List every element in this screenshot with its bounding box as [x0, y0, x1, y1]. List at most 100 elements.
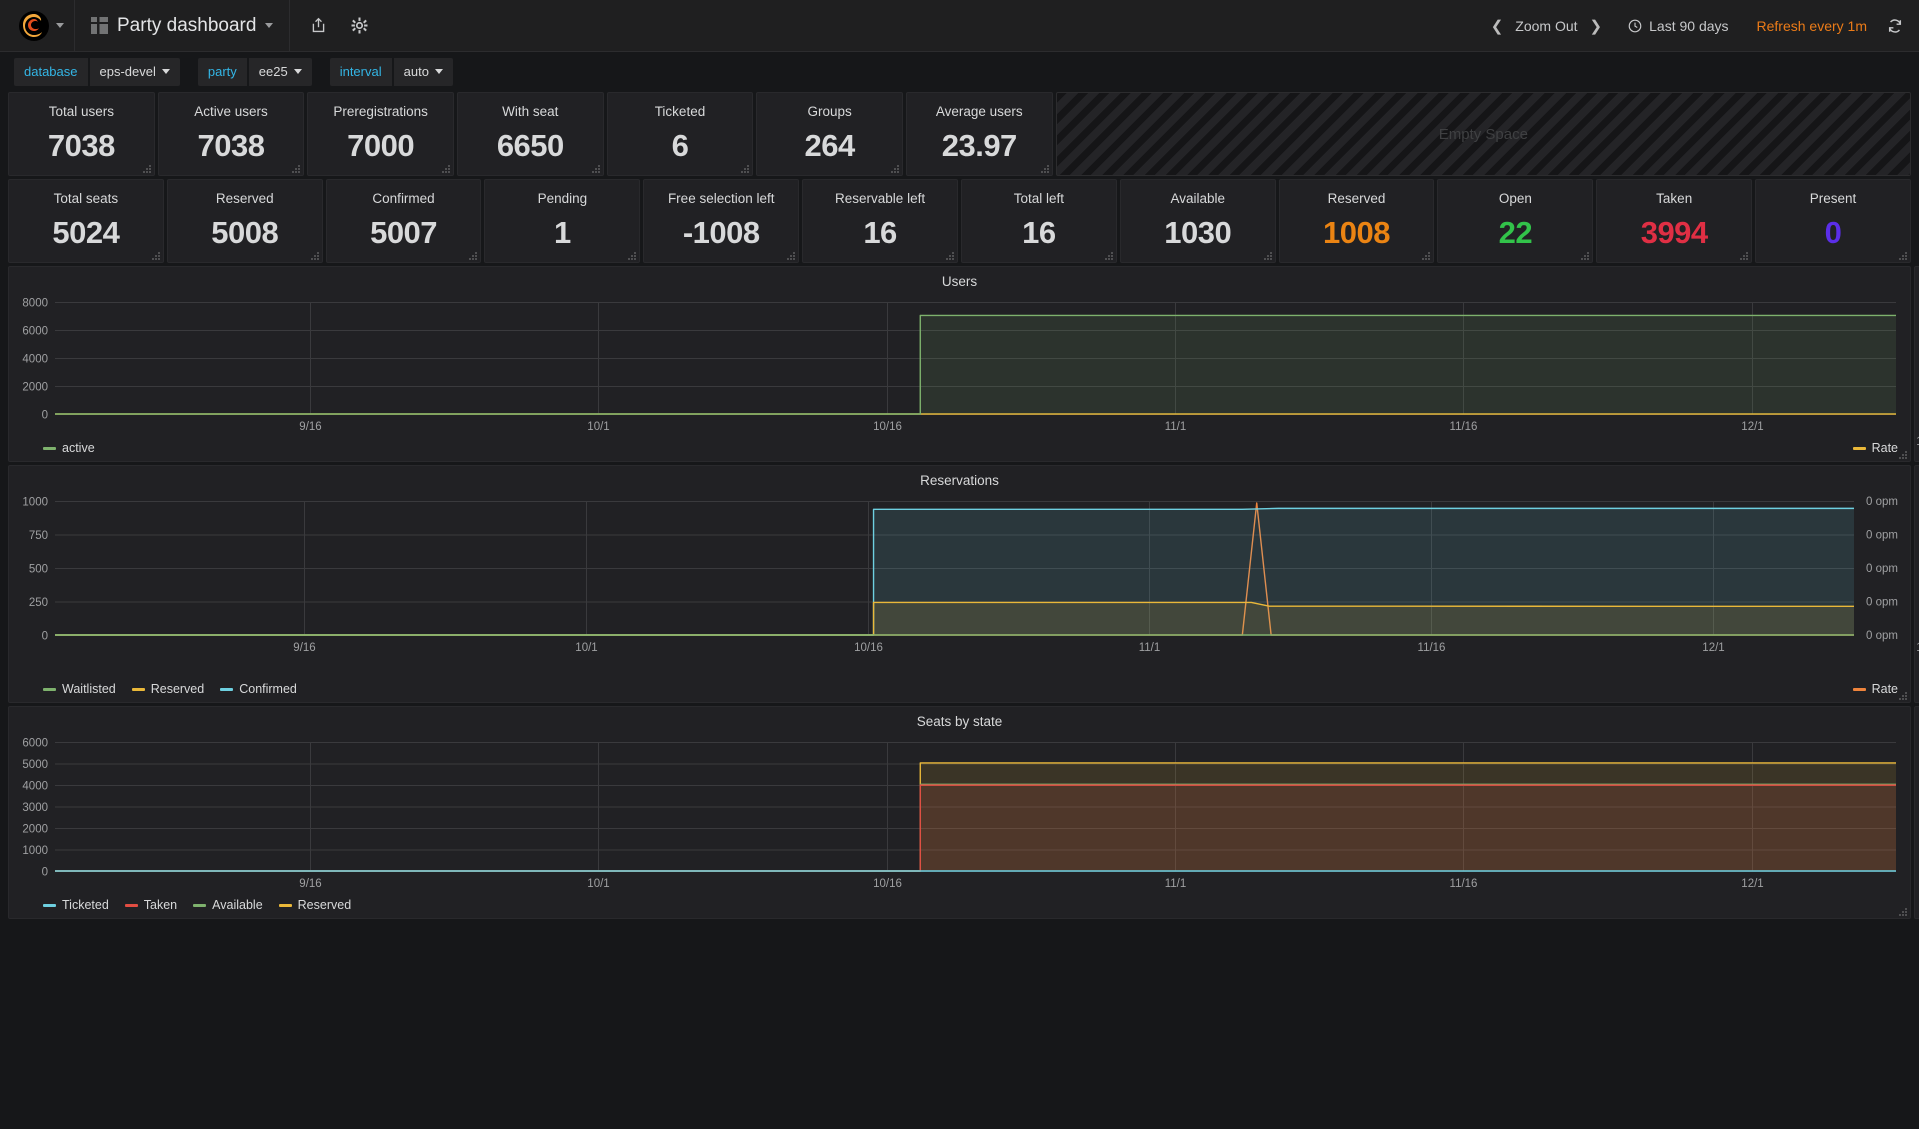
- legend-item-rate[interactable]: Rate: [1852, 682, 1898, 696]
- graph-panel-reservation-seats[interactable]: Reservation seats020004000600080000 opm0…: [1914, 465, 1919, 703]
- panel-resize-handle[interactable]: [1898, 907, 1907, 916]
- panel-title[interactable]: Reservation seats: [1915, 466, 1919, 491]
- legend-label: Confirmed: [239, 682, 297, 696]
- stat-panel-pending[interactable]: Pending 1: [484, 179, 641, 263]
- dashboard-title-picker[interactable]: Party dashboard: [75, 0, 291, 51]
- plot-area[interactable]: 020004000600080000 opm0 opm0 opm0 opm0 o…: [1915, 491, 1919, 659]
- graph-panel-reservations[interactable]: Reservations 0 250 500 750 1000 0 opm 0 opm 0 op…: [8, 465, 1911, 703]
- stat-panel-taken[interactable]: Taken 3994: [1596, 179, 1753, 263]
- gear-icon[interactable]: [351, 17, 368, 34]
- panel-title[interactable]: Preregistered users: [1915, 267, 1919, 307]
- variable-select-database[interactable]: eps-devel: [89, 57, 180, 87]
- legend-item-available[interactable]: Available: [193, 898, 263, 912]
- panel-resize-handle[interactable]: [740, 164, 750, 173]
- stat-panel-average-users[interactable]: Average users 23.97: [905, 92, 1053, 176]
- empty-space-label: Empty Space: [1438, 125, 1528, 143]
- zoom-out-button[interactable]: Zoom Out: [1515, 18, 1577, 34]
- stat-panel-total-seats[interactable]: Total seats 5024: [8, 179, 164, 263]
- plot-area[interactable]: 01000200030004000500060009/1610/110/1611…: [9, 732, 1910, 896]
- refresh-icon[interactable]: [1883, 18, 1903, 34]
- graph-panel-preregistered-users[interactable]: Preregistered users02004006008001 opm1 o…: [1914, 266, 1919, 462]
- stat-panel-reserved[interactable]: Reserved 5008: [166, 179, 323, 263]
- panel-resize-handle[interactable]: [151, 251, 160, 260]
- svg-text:3000: 3000: [22, 802, 48, 814]
- svg-text:9/16: 9/16: [293, 642, 315, 654]
- zoom-controls[interactable]: ❮ Zoom Out ❯: [1477, 17, 1616, 35]
- panel-resize-handle[interactable]: [1104, 251, 1113, 260]
- stat-panel-available[interactable]: Available 1030: [1119, 179, 1276, 263]
- panel-resize-handle[interactable]: [627, 251, 637, 260]
- variable-select-party[interactable]: ee25: [248, 57, 312, 87]
- svg-text:9/16: 9/16: [299, 878, 321, 890]
- refresh-interval-label[interactable]: Refresh every 1m: [1741, 18, 1883, 34]
- stat-panel-present[interactable]: Present 0: [1755, 179, 1911, 263]
- svg-text:500: 500: [29, 564, 48, 576]
- legend-color-swatch: [220, 687, 234, 691]
- chevron-left-icon[interactable]: ❮: [1491, 17, 1504, 35]
- chevron-right-icon[interactable]: ❯: [1590, 17, 1603, 35]
- panel-title[interactable]: Reservations: [9, 466, 1910, 491]
- panel-resize-handle[interactable]: [1580, 251, 1590, 260]
- stat-panel-total-left[interactable]: Total left 16: [960, 179, 1117, 263]
- stat-panel-open[interactable]: Open 22: [1437, 179, 1594, 263]
- legend-item-taken[interactable]: Taken: [124, 898, 177, 912]
- legend-item-waitlisted[interactable]: Waitlisted: [43, 682, 116, 696]
- stat-panel-with-seat[interactable]: With seat 6650: [456, 92, 604, 176]
- panel-resize-handle[interactable]: [142, 164, 151, 173]
- variable-select-interval[interactable]: auto: [393, 57, 453, 87]
- panel-title[interactable]: Seats by usage: [1915, 707, 1919, 732]
- stat-panel-reservable-left[interactable]: Reservable left 16: [802, 179, 958, 263]
- panel-resize-handle[interactable]: [1898, 251, 1907, 260]
- stat-value: 23.97: [941, 128, 1018, 163]
- panel-resize-handle[interactable]: [1898, 691, 1907, 700]
- time-range-picker[interactable]: Last 90 days: [1616, 18, 1740, 34]
- legend-item-active[interactable]: active: [43, 441, 95, 455]
- stat-panel-ticketed[interactable]: Ticketed 6: [606, 92, 754, 176]
- plot-area[interactable]: 02004006008001 opm1 opm1 opm0 opm0 opm0 …: [1915, 307, 1919, 453]
- plot-area[interactable]: 0 250 500 750 1000 0 opm 0 opm 0 opm 0 opm 0 opm 9…: [9, 491, 1910, 680]
- variable-group-interval: interval auto: [329, 57, 453, 87]
- legend-item-reserved[interactable]: Reserved: [131, 682, 204, 696]
- panel-resize-handle[interactable]: [1040, 164, 1049, 173]
- grafana-logo-menu[interactable]: [0, 0, 75, 51]
- stat-panel-confirmed[interactable]: Confirmed 5007: [325, 179, 482, 263]
- stat-panel-total-users[interactable]: Total users 7038: [8, 92, 155, 176]
- svg-text:11/16: 11/16: [1418, 642, 1446, 654]
- panel-resize-handle[interactable]: [945, 251, 954, 260]
- legend-item-confirmed[interactable]: Confirmed: [220, 682, 297, 696]
- share-icon[interactable]: [310, 17, 327, 34]
- panel-resize-handle[interactable]: [786, 251, 796, 260]
- graph-panel-users[interactable]: Users 0 2000 4000 6000 8000 9/16 10/1 10/16 11/1 1…: [8, 266, 1911, 462]
- stat-panel-groups[interactable]: Groups 264: [756, 92, 903, 176]
- plot-area[interactable]: 0 2000 4000 6000 8000 9/16 10/1 10/16 11/1 11/16 1…: [9, 292, 1910, 439]
- stat-value: 16: [863, 215, 897, 250]
- legend-item-rate[interactable]: Rate: [1852, 441, 1898, 455]
- panel-title[interactable]: Users: [9, 267, 1910, 292]
- stat-panel-preregistrations[interactable]: Preregistrations 7000: [307, 92, 454, 176]
- legend-label: Rate: [1871, 682, 1898, 696]
- panel-resize-handle[interactable]: [1898, 450, 1907, 459]
- panel-resize-handle[interactable]: [441, 164, 450, 173]
- dashboard-body: Total users 7038 Active users 7038 Preregist…: [0, 92, 1919, 919]
- panel-resize-handle[interactable]: [890, 164, 899, 173]
- panel-title[interactable]: Seats by state: [9, 707, 1910, 732]
- legend-item-ticketed[interactable]: Ticketed: [43, 898, 109, 912]
- panel-resize-handle[interactable]: [1739, 251, 1749, 260]
- panel-resize-handle[interactable]: [1421, 251, 1431, 260]
- stat-panel-free-selection-left[interactable]: Free selection left -1008: [643, 179, 800, 263]
- panel-resize-handle[interactable]: [468, 251, 478, 260]
- chevron-down-icon: [434, 69, 443, 75]
- stat-panel-reserved[interactable]: Reserved 1008: [1278, 179, 1435, 263]
- panel-resize-handle[interactable]: [291, 164, 301, 173]
- panel-resize-handle[interactable]: [310, 251, 319, 260]
- stat-panel-active-users[interactable]: Active users 7038: [157, 92, 305, 176]
- plot-area[interactable]: 01000200030004000500060009/1610/110/1611…: [1915, 732, 1919, 895]
- legend-item-reserved[interactable]: Reserved: [278, 898, 351, 912]
- stat-value: 7038: [47, 128, 115, 163]
- panel-resize-handle[interactable]: [591, 164, 600, 173]
- svg-text:2000: 2000: [22, 382, 48, 394]
- graph-panel-seats-by-usage[interactable]: Seats by usage01000200030004000500060009…: [1914, 706, 1919, 919]
- graph-panel-seats-by-state[interactable]: Seats by state 0 1000 2000 3000 4000 5000 6000 9…: [8, 706, 1911, 919]
- panel-resize-handle[interactable]: [1263, 251, 1272, 260]
- stat-title: Present: [1809, 191, 1857, 206]
